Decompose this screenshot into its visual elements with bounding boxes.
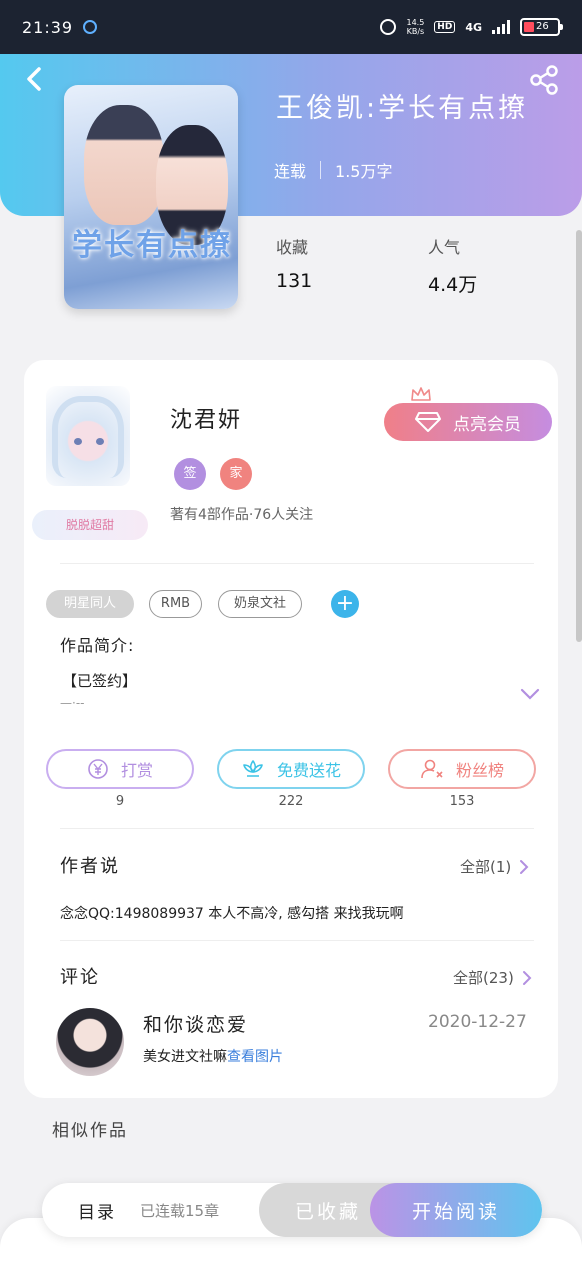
chevron-down-icon[interactable] — [520, 687, 540, 701]
send-flower-button[interactable]: 免费送花 — [217, 749, 365, 789]
alarm-icon — [380, 19, 397, 35]
comments-all-link[interactable]: 全部(23) — [453, 967, 532, 988]
book-tag[interactable]: 奶泉文社 — [218, 590, 302, 618]
signal-icon — [492, 20, 510, 34]
divider — [60, 828, 534, 829]
family-badge: 家 — [220, 458, 252, 490]
tip-count: 9 — [115, 794, 125, 809]
table-of-contents-button[interactable]: 目录 已连载15章 — [42, 1183, 262, 1237]
battery-icon: 26 — [520, 18, 563, 36]
intro-label: 作品简介: — [60, 636, 135, 655]
flower-count: 222 — [278, 794, 304, 809]
intro-truncated-text: —·-- — [60, 696, 85, 710]
book-title: 王俊凯:学长有点撩 — [276, 93, 529, 124]
book-cover[interactable]: 学长有点撩 — [64, 85, 238, 309]
intro-text: 【已签约】 — [62, 672, 138, 690]
comment-date: 2020-12-27 — [428, 1012, 527, 1032]
signed-badge: 签 — [174, 458, 206, 490]
vip-button-label: 点亮会员 — [453, 414, 521, 435]
book-word-count: 1.5万字 — [335, 162, 393, 181]
author-name[interactable]: 沈君妍 — [170, 402, 242, 434]
comments-title: 评论 — [60, 967, 100, 988]
status-bar: 21:39 14.5 KB/s HD 4G 26 — [0, 0, 582, 54]
author-say-title: 作者说 — [60, 856, 120, 877]
crown-icon — [411, 387, 431, 401]
author-say-text: 念念QQ:1498089937 本人不高冷, 感勾搭 来找我玩啊 — [60, 906, 404, 922]
share-icon — [530, 65, 558, 95]
book-meta: 连载 1.5万字 — [274, 158, 392, 182]
chevron-right-icon — [522, 970, 532, 985]
vip-activate-button[interactable]: 点亮会员 — [384, 403, 552, 441]
author-stats: 著有4部作品·76人关注 — [170, 507, 314, 523]
share-button[interactable] — [528, 64, 560, 96]
similar-works-title: 相似作品 — [52, 1121, 128, 1141]
comment-text: 美女进文社嘛查看图片 — [143, 1049, 283, 1065]
divider — [60, 940, 534, 941]
commenter-name[interactable]: 和你谈恋爱 — [143, 1010, 248, 1037]
fans-count: 153 — [449, 794, 475, 809]
fans-icon — [421, 759, 443, 779]
diamond-icon — [415, 412, 441, 432]
stat-favorites: 收藏 131 — [276, 238, 313, 292]
add-tag-button[interactable]: + — [331, 590, 359, 618]
avatar-frame-badge: 脱脱超甜 — [32, 510, 148, 540]
network-type: 4G — [465, 20, 482, 34]
scrollbar[interactable] — [576, 230, 582, 642]
flower-icon — [243, 760, 263, 777]
commenter-avatar[interactable] — [56, 1008, 124, 1076]
fans-ranking-button[interactable]: 粉丝榜 — [388, 749, 536, 789]
chevron-right-icon — [520, 859, 529, 874]
view-image-link[interactable]: 查看图片 — [227, 1049, 283, 1065]
toc-status: 已连载15章 — [140, 1201, 220, 1220]
stat-popularity: 人气 4.4万 — [428, 238, 478, 296]
yuan-coin-icon — [88, 759, 108, 779]
net-speed: 14.5 KB/s — [406, 18, 425, 36]
back-button[interactable] — [20, 64, 50, 94]
book-tag[interactable]: 明星同人 — [46, 590, 134, 618]
divider — [60, 563, 534, 564]
author-say-all-link[interactable]: 全部(1) — [460, 856, 529, 877]
chevron-left-icon — [27, 67, 41, 91]
cover-title-art: 学长有点撩 — [72, 228, 232, 263]
app-notification-icon — [83, 20, 98, 34]
author-avatar[interactable] — [46, 386, 130, 486]
meta-divider — [320, 161, 322, 179]
book-tag[interactable]: RMB — [149, 590, 202, 618]
cover-figure-left — [84, 105, 164, 225]
book-status: 连载 — [274, 162, 307, 181]
hd-icon: HD — [434, 21, 456, 33]
toc-label: 目录 — [78, 1202, 116, 1223]
status-time: 21:39 — [22, 17, 74, 37]
start-reading-button[interactable]: 开始阅读 — [370, 1183, 542, 1237]
bottom-action-bar: 目录 已连载15章 已收藏 开始阅读 — [42, 1183, 542, 1237]
tip-button[interactable]: 打赏 — [46, 749, 194, 789]
